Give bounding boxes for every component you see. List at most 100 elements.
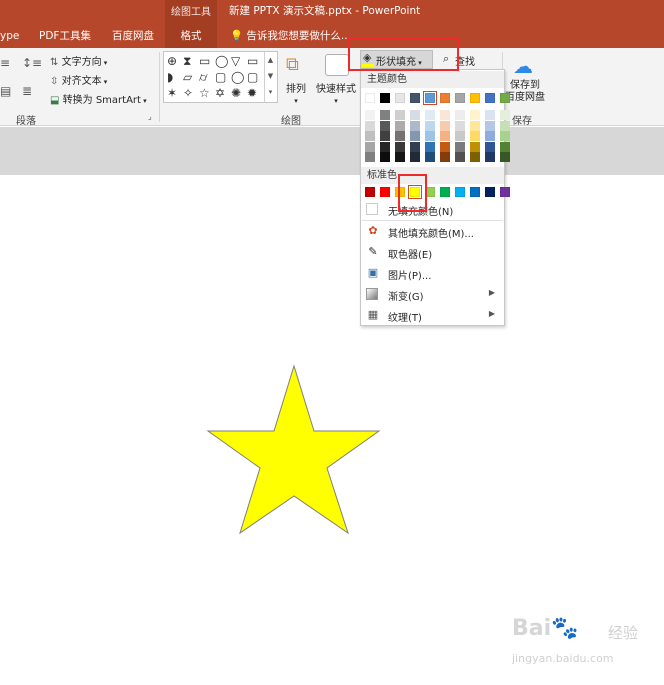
theme-shade-swatch[interactable] bbox=[440, 131, 450, 141]
shape-icon[interactable]: ✺ bbox=[231, 87, 241, 99]
theme-shade-swatch[interactable] bbox=[500, 131, 510, 141]
theme-shade-swatch[interactable] bbox=[425, 110, 435, 120]
standard-color-swatch[interactable] bbox=[470, 187, 480, 197]
theme-shade-swatch[interactable] bbox=[440, 152, 450, 162]
shape-icon[interactable]: ✹ bbox=[247, 87, 257, 99]
theme-color-swatch[interactable] bbox=[455, 93, 465, 103]
line-spacing-icon[interactable]: ↕≡ bbox=[22, 56, 42, 70]
shape-icon[interactable]: ⌭ bbox=[199, 71, 208, 83]
standard-color-swatch[interactable] bbox=[380, 187, 390, 197]
shape-icon[interactable]: ✶ bbox=[167, 87, 177, 99]
theme-shade-swatch[interactable] bbox=[425, 152, 435, 162]
more-fill-colors-item[interactable]: ✿ 其他填充颜色(M)... bbox=[362, 221, 503, 241]
theme-shade-swatch[interactable] bbox=[425, 141, 435, 152]
shape-icon[interactable]: ▽ bbox=[231, 55, 240, 67]
theme-shade-swatch[interactable] bbox=[395, 110, 405, 120]
tab-pdf-tools[interactable]: PDF工具集 bbox=[39, 28, 99, 48]
theme-color-swatch[interactable] bbox=[485, 93, 495, 103]
theme-shade-swatch[interactable] bbox=[455, 152, 465, 162]
shape-icon[interactable]: ✡ bbox=[215, 87, 225, 99]
shape-icon[interactable]: ◯ bbox=[231, 71, 244, 83]
tab-type[interactable]: ype bbox=[0, 28, 22, 48]
theme-shade-swatch[interactable] bbox=[425, 120, 435, 131]
theme-shade-swatch[interactable] bbox=[380, 110, 390, 120]
theme-shade-swatch[interactable] bbox=[455, 110, 465, 120]
theme-shade-swatch[interactable] bbox=[380, 141, 390, 152]
shapes-gallery[interactable]: ⊕ ⧗ ▭ ◯ ▽ ▭ ◗ ▱ ⌭ ▢ ◯ ▢ ✶ ✧ ☆ ✡ ✺ ✹ bbox=[163, 51, 278, 103]
theme-shade-swatch[interactable] bbox=[410, 141, 420, 152]
standard-color-swatch[interactable] bbox=[440, 187, 450, 197]
theme-shade-swatch[interactable] bbox=[455, 141, 465, 152]
theme-shade-swatch[interactable] bbox=[500, 141, 510, 152]
shape-icon[interactable]: ▢ bbox=[215, 71, 226, 83]
standard-color-swatch[interactable] bbox=[485, 187, 495, 197]
picture-fill-item[interactable]: ▣ 图片(P)... bbox=[362, 263, 503, 283]
dialog-launcher-icon[interactable]: ⌟ bbox=[148, 112, 152, 121]
shape-icon[interactable]: ⧗ bbox=[183, 55, 191, 67]
theme-color-swatch[interactable] bbox=[395, 93, 405, 103]
theme-shade-swatch[interactable] bbox=[455, 120, 465, 131]
eyedropper-item[interactable]: ✎ 取色器(E) bbox=[362, 242, 503, 262]
theme-shade-swatch[interactable] bbox=[470, 131, 480, 141]
gallery-scroll[interactable]: ▲ ▼ ▾ bbox=[264, 52, 276, 102]
theme-color-swatch[interactable] bbox=[423, 91, 437, 105]
no-fill-item[interactable]: 无填充颜色(N) bbox=[362, 199, 503, 219]
star-shape[interactable] bbox=[200, 360, 382, 538]
theme-color-swatch[interactable] bbox=[470, 93, 480, 103]
theme-shade-swatch[interactable] bbox=[470, 152, 480, 162]
arrange-button[interactable]: 排列 ▾ bbox=[286, 80, 306, 106]
theme-color-swatch[interactable] bbox=[410, 93, 420, 103]
theme-shade-swatch[interactable] bbox=[395, 141, 405, 152]
theme-color-swatch[interactable] bbox=[440, 93, 450, 103]
theme-shade-swatch[interactable] bbox=[410, 152, 420, 162]
theme-shade-swatch[interactable] bbox=[365, 152, 375, 162]
shape-icon[interactable]: ▭ bbox=[247, 55, 258, 67]
theme-shade-swatch[interactable] bbox=[410, 110, 420, 120]
convert-smartart-button[interactable]: ⬓ 转换为 SmartArt ▾ bbox=[50, 91, 147, 106]
tab-format[interactable]: 格式 bbox=[165, 28, 217, 48]
theme-color-swatch[interactable] bbox=[500, 93, 510, 103]
theme-shade-swatch[interactable] bbox=[395, 120, 405, 131]
theme-shade-swatch[interactable] bbox=[365, 141, 375, 152]
theme-shade-swatch[interactable] bbox=[425, 131, 435, 141]
theme-shade-swatch[interactable] bbox=[440, 141, 450, 152]
tell-me-box[interactable]: 💡 告诉我您想要做什么... bbox=[230, 28, 351, 43]
text-direction-button[interactable]: ⇅ 文字方向 ▾ bbox=[50, 53, 107, 68]
gradient-fill-item[interactable]: 渐变(G) ▶ bbox=[362, 284, 503, 304]
theme-shade-swatch[interactable] bbox=[380, 131, 390, 141]
align-text-button[interactable]: ⇳ 对齐文本 ▾ bbox=[50, 72, 107, 87]
theme-shade-swatch[interactable] bbox=[410, 131, 420, 141]
shape-icon[interactable]: ◗ bbox=[167, 71, 173, 83]
theme-color-swatch[interactable] bbox=[365, 93, 375, 103]
tab-baidu-netdisk[interactable]: 百度网盘 bbox=[112, 28, 162, 48]
theme-shade-swatch[interactable] bbox=[395, 152, 405, 162]
standard-color-swatch[interactable] bbox=[365, 187, 375, 197]
shape-icon[interactable]: ▢ bbox=[247, 71, 258, 83]
align-icon[interactable]: ≡ bbox=[0, 56, 10, 70]
theme-shade-swatch[interactable] bbox=[410, 120, 420, 131]
shape-icon[interactable]: ◯ bbox=[215, 55, 228, 67]
standard-color-swatch[interactable] bbox=[455, 187, 465, 197]
theme-shade-swatch[interactable] bbox=[485, 141, 495, 152]
theme-shade-swatch[interactable] bbox=[470, 120, 480, 131]
texture-fill-item[interactable]: ▦ 纹理(T) ▶ bbox=[362, 305, 503, 325]
theme-shade-swatch[interactable] bbox=[500, 110, 510, 120]
shape-icon[interactable]: ⊕ bbox=[167, 55, 177, 67]
theme-shade-swatch[interactable] bbox=[500, 152, 510, 162]
shape-icon[interactable]: ▭ bbox=[199, 55, 210, 67]
theme-shade-swatch[interactable] bbox=[395, 131, 405, 141]
shape-icon[interactable]: ▱ bbox=[183, 71, 192, 83]
save-to-baidu-button[interactable]: 保存到 百度网盘 bbox=[505, 80, 545, 104]
theme-shade-swatch[interactable] bbox=[365, 110, 375, 120]
theme-shade-swatch[interactable] bbox=[365, 120, 375, 131]
theme-color-swatch[interactable] bbox=[380, 93, 390, 103]
theme-shade-swatch[interactable] bbox=[470, 110, 480, 120]
bullets-icon[interactable]: ≣ bbox=[22, 84, 32, 98]
theme-shade-swatch[interactable] bbox=[455, 131, 465, 141]
theme-shade-swatch[interactable] bbox=[485, 120, 495, 131]
theme-shade-swatch[interactable] bbox=[365, 131, 375, 141]
theme-shade-swatch[interactable] bbox=[485, 152, 495, 162]
standard-color-swatch[interactable] bbox=[500, 187, 510, 197]
quick-styles-button[interactable]: 快速样式 ▾ bbox=[316, 80, 356, 106]
theme-shade-swatch[interactable] bbox=[470, 141, 480, 152]
